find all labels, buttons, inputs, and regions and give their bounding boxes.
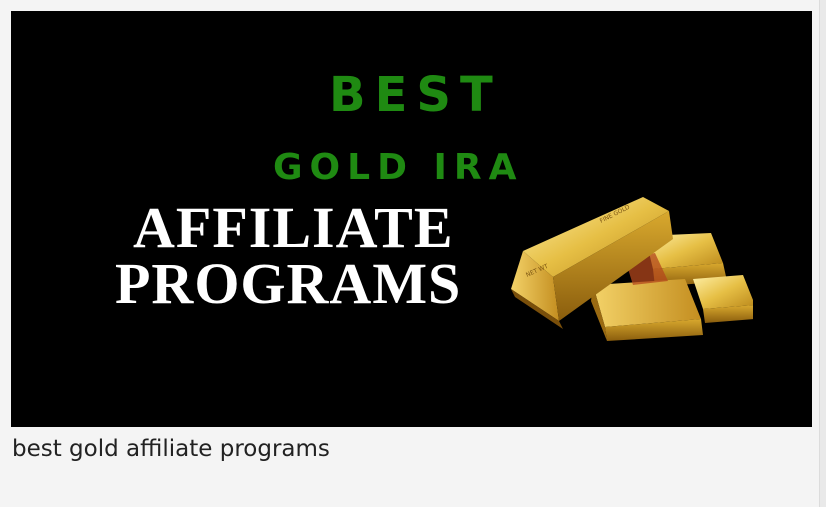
featured-image[interactable]: BEST GOLD IRA AFFILIATE PROGRAMS FINE GO… — [11, 11, 812, 427]
scrollbar[interactable] — [819, 0, 826, 507]
headline-gold-ira: GOLD IRA — [273, 147, 524, 188]
headline-programs: PROGRAMS — [115, 251, 462, 316]
headline-best: BEST — [329, 67, 502, 123]
gold-bars-icon: FINE GOLD NET WT — [511, 197, 753, 341]
headline-affiliate: AFFILIATE — [133, 195, 454, 260]
image-caption: best gold affiliate programs — [12, 436, 330, 462]
page: BEST GOLD IRA AFFILIATE PROGRAMS FINE GO… — [0, 0, 826, 507]
